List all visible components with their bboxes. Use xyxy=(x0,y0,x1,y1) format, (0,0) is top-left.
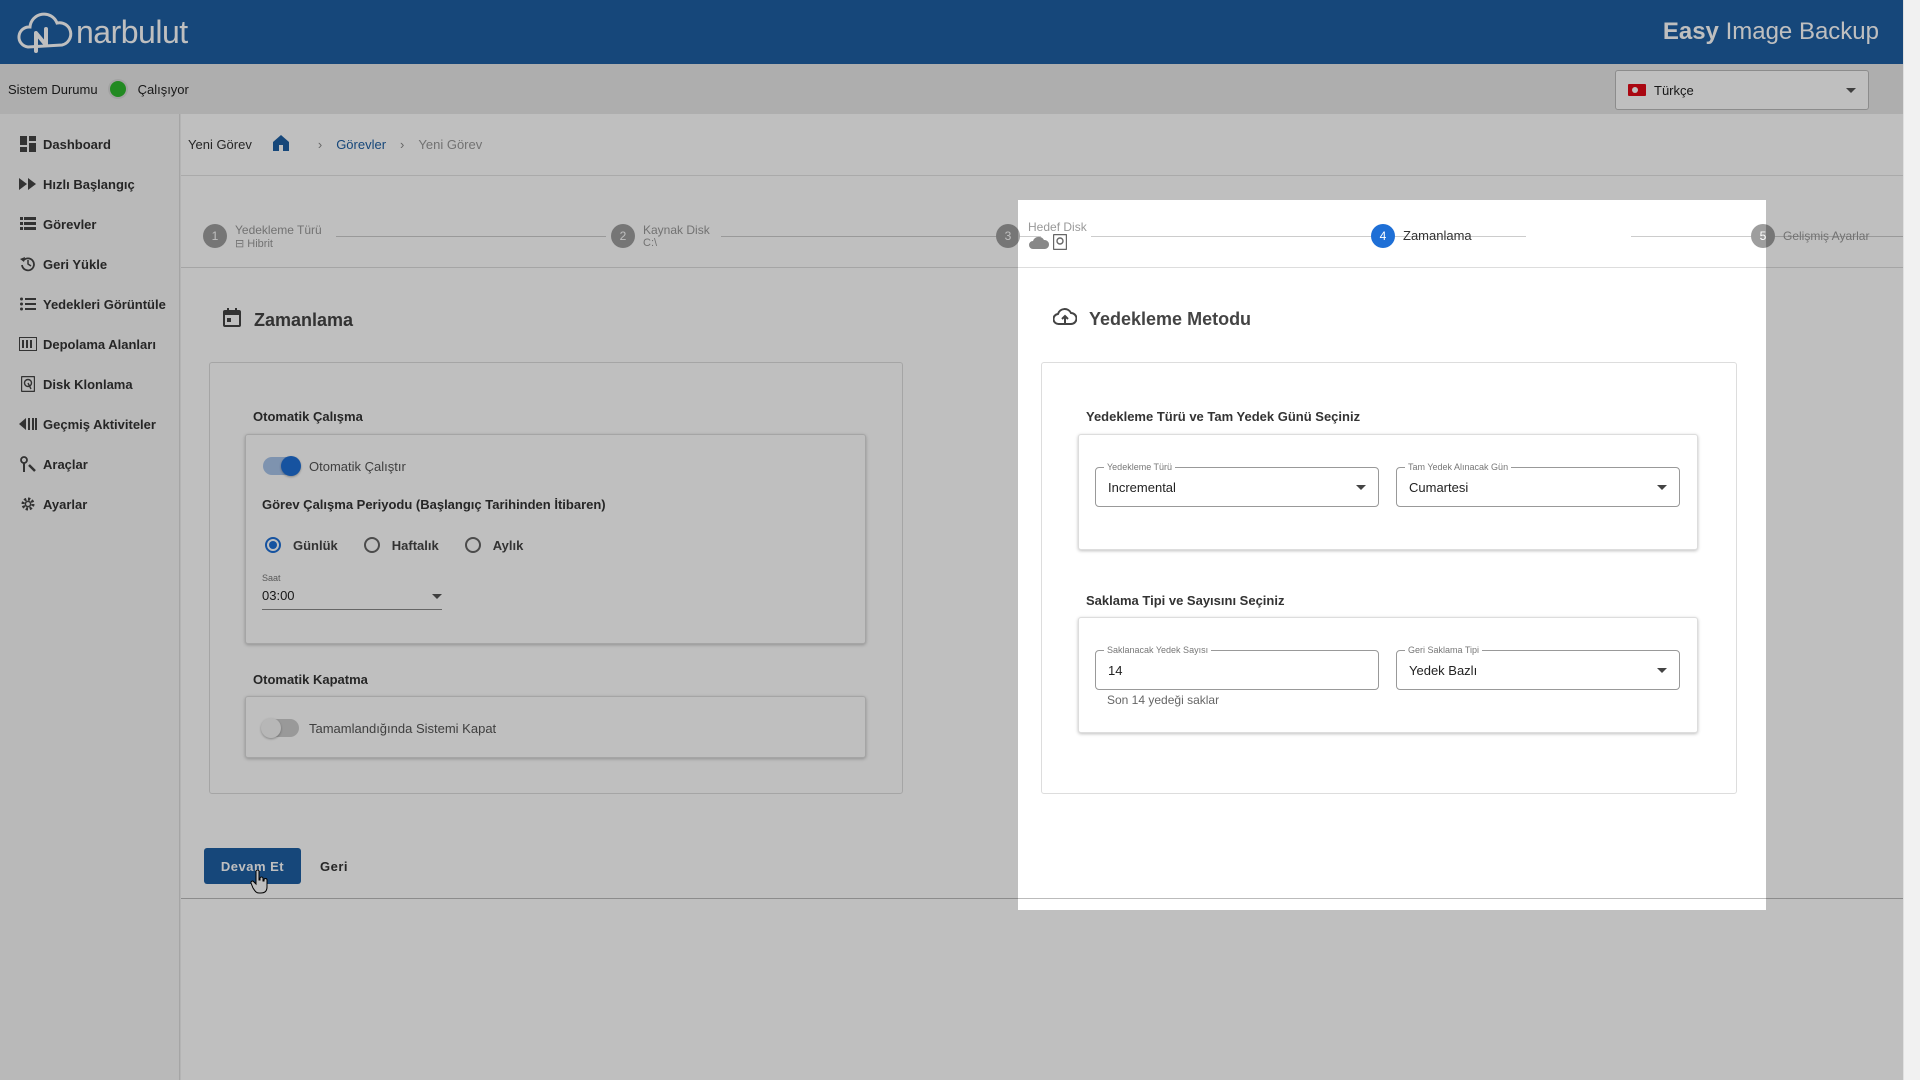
schedule-section-title: Zamanlama xyxy=(222,308,353,333)
radio-daily[interactable]: Günlük xyxy=(265,537,338,553)
retention-group-label: Saklama Tipi ve Sayısını Seçiniz xyxy=(1086,593,1285,608)
auto-run-label: Otomatik Çalışma xyxy=(253,409,363,424)
disk-icon xyxy=(18,374,38,394)
restore-icon xyxy=(18,254,38,274)
system-status-label: Sistem Durumu xyxy=(8,81,98,97)
chevron-down-icon xyxy=(1657,667,1667,673)
chevron-down-icon xyxy=(432,594,442,599)
full-backup-day-select[interactable]: Tam Yedek Alınacak Gün Cumartesi xyxy=(1396,462,1680,507)
chevron-right-icon: › xyxy=(317,137,323,152)
step-backup-type[interactable]: 1 Yedekleme Türü ⊟ Hibrit xyxy=(203,204,322,268)
sidebar-item-tasks[interactable]: Görevler xyxy=(0,204,179,244)
backup-method-spotlight: Yedekleme Metodu Yedekleme Türü ve Tam Y… xyxy=(1018,200,1766,910)
backup-method-title: Yedekleme Metodu xyxy=(1052,308,1251,331)
breadcrumb: Yeni Görev › Görevler › Yeni Görev xyxy=(181,114,1903,176)
cloud-logo-icon xyxy=(17,12,73,53)
home-icon[interactable] xyxy=(272,134,290,155)
sidebar-item-quickstart[interactable]: Hızlı Başlangıç xyxy=(0,164,179,204)
breadcrumb-link-tasks[interactable]: Görevler xyxy=(336,137,386,152)
auto-shutdown-toggle[interactable]: Tamamlandığında Sistemi Kapat xyxy=(261,718,496,738)
app-header: narbulut Easy Image Backup xyxy=(0,0,1903,64)
gear-icon xyxy=(18,494,38,514)
retention-type-select[interactable]: Geri Saklama Tipi Yedek Bazlı xyxy=(1396,645,1680,690)
auto-run-toggle[interactable]: Otomatik Çalıştır xyxy=(263,456,406,476)
system-status-value: Çalışıyor xyxy=(137,81,189,97)
app-title: Easy Image Backup xyxy=(1662,18,1879,45)
breadcrumb-page-label: Yeni Görev xyxy=(188,137,252,152)
list-icon xyxy=(18,214,38,234)
sidebar-item-disk-clone[interactable]: Disk Klonlama xyxy=(0,364,179,404)
sidebar-item-storage[interactable]: Depolama Alanları xyxy=(0,324,179,364)
sidebar-item-view-backups[interactable]: Yedekleri Görüntüle xyxy=(0,284,179,324)
sidebar-item-tools[interactable]: Araçlar xyxy=(0,444,179,484)
vertical-scrollbar[interactable] xyxy=(1903,0,1920,1080)
cloud-upload-icon xyxy=(1052,308,1078,331)
backup-count-hint: Son 14 yedeği saklar xyxy=(1107,693,1220,707)
bullet-list-icon xyxy=(18,294,38,314)
status-bar: Sistem Durumu Çalışıyor Türkçe xyxy=(0,64,1903,114)
sidebar-item-dashboard[interactable]: Dashboard xyxy=(0,124,179,164)
time-select[interactable]: 03:00 xyxy=(262,584,442,610)
chevron-down-icon xyxy=(1846,87,1856,93)
radio-checked-icon xyxy=(265,537,281,553)
calendar-icon xyxy=(222,308,242,333)
radio-unchecked-icon xyxy=(464,537,481,553)
radio-unchecked-icon xyxy=(363,537,380,553)
storage-icon xyxy=(18,334,38,354)
narbulut-logo[interactable]: narbulut xyxy=(14,7,188,57)
back-button[interactable]: Geri xyxy=(312,848,356,884)
backup-type-select[interactable]: Yedekleme Türü Incremental xyxy=(1095,462,1379,507)
period-radio-group: Günlük Haftalık Aylık xyxy=(265,537,549,553)
hand-cursor-icon xyxy=(250,870,268,894)
radio-weekly[interactable]: Haftalık xyxy=(363,537,439,553)
backup-type-group-label: Yedekleme Türü ve Tam Yedek Günü Seçiniz xyxy=(1086,409,1361,424)
chevron-down-icon xyxy=(1356,484,1366,490)
dashboard-icon xyxy=(18,134,38,154)
period-label: Görev Çalışma Periyodu (Başlangıç Tarihi… xyxy=(262,497,606,512)
sidebar-item-settings[interactable]: Ayarlar xyxy=(0,484,179,524)
breadcrumb-current: Yeni Görev xyxy=(418,137,483,152)
history-icon xyxy=(18,414,38,434)
sidebar-item-restore[interactable]: Geri Yükle xyxy=(0,244,179,284)
status-indicator-icon xyxy=(109,81,126,97)
tools-icon xyxy=(18,454,38,474)
logo-text: narbulut xyxy=(76,13,188,50)
chevron-right-icon: › xyxy=(400,137,405,152)
chevron-down-icon xyxy=(1657,484,1667,490)
step-connector xyxy=(721,236,1041,237)
turkey-flag-icon xyxy=(1628,84,1646,96)
radio-monthly[interactable]: Aylık xyxy=(464,537,523,553)
step-source-disk[interactable]: 2 Kaynak Disk C:\ xyxy=(611,204,710,268)
backup-count-input[interactable]: Saklanacak Yedek Sayısı 14 xyxy=(1095,645,1379,690)
toggle-switch-off-icon xyxy=(261,718,299,738)
fast-forward-icon xyxy=(18,174,38,194)
time-label: Saat xyxy=(262,573,281,583)
language-select[interactable]: Türkçe xyxy=(1615,70,1869,110)
step-advanced-settings[interactable]: 5 Gelişmiş Ayarlar xyxy=(1751,204,1869,268)
sidebar: Dashboard Hızlı Başlangıç Görevler Geri … xyxy=(0,114,180,1080)
sidebar-item-history[interactable]: Geçmiş Aktiviteler xyxy=(0,404,179,444)
hybrid-icon: ⊟ xyxy=(235,237,245,250)
step-connector xyxy=(336,236,606,237)
toggle-switch-on-icon xyxy=(263,456,301,476)
auto-shutdown-label: Otomatik Kapatma xyxy=(253,672,368,687)
language-value: Türkçe xyxy=(1654,82,1694,98)
